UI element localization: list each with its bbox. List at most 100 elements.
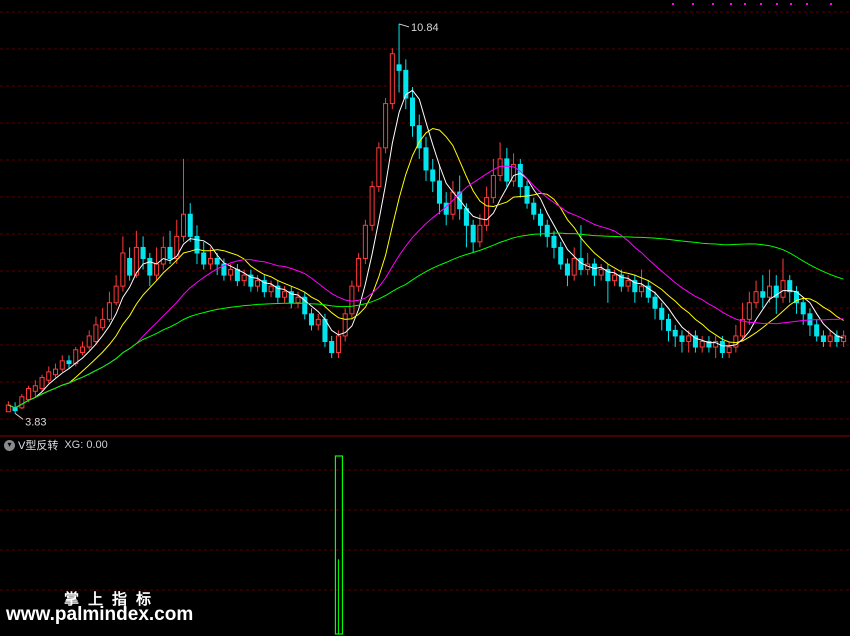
- xg-value-readout: XG: 0.00: [64, 439, 107, 451]
- candle-body: [315, 318, 321, 326]
- candle-body: [450, 191, 456, 215]
- candle-body: [147, 257, 153, 276]
- candle-body: [827, 335, 833, 342]
- top-marker: [806, 3, 808, 5]
- candle-body: [194, 235, 200, 254]
- indicator-title-bar: ▾ V型反转 XG: 0.00: [4, 438, 108, 452]
- candle-body: [490, 175, 496, 199]
- candle-body: [241, 274, 247, 282]
- candle-body: [113, 285, 119, 304]
- candle-body: [531, 202, 537, 215]
- candle-body: [625, 280, 631, 287]
- candle-body: [564, 263, 570, 276]
- candle-body: [571, 257, 577, 276]
- candlestick-series: [5, 23, 847, 414]
- candle-body: [376, 147, 382, 188]
- candle-body: [79, 346, 85, 354]
- candle-body: [517, 163, 523, 188]
- candle-body: [551, 235, 557, 248]
- low-price-label: 3.83: [25, 416, 46, 428]
- candle-body: [767, 285, 773, 298]
- candle-body: [86, 335, 92, 348]
- candle-body: [477, 224, 483, 243]
- top-marker: [830, 3, 832, 5]
- candle-body: [268, 285, 274, 293]
- candle-body: [329, 340, 335, 354]
- top-marker: [692, 3, 694, 5]
- candle-body: [639, 285, 645, 293]
- candle-body: [120, 252, 126, 287]
- top-marker: [744, 3, 746, 5]
- candle-body: [349, 285, 355, 315]
- top-marker: [730, 3, 732, 5]
- candle-body: [154, 263, 160, 276]
- candle-body: [800, 302, 806, 315]
- candle-body: [591, 263, 597, 276]
- candle-body: [174, 235, 180, 259]
- candle-body: [32, 385, 38, 392]
- candle-body: [787, 280, 793, 293]
- candle-body: [719, 340, 725, 354]
- candle-body: [686, 335, 692, 342]
- candle-body: [760, 291, 766, 298]
- candle-body: [558, 246, 564, 265]
- candle-body: [369, 186, 375, 226]
- top-marker: [776, 3, 778, 5]
- candle-body: [672, 329, 678, 337]
- candle-body: [612, 274, 618, 282]
- candle-body: [780, 280, 786, 298]
- candle-body: [430, 169, 436, 182]
- candle-body: [255, 280, 261, 287]
- candle-body: [436, 180, 442, 204]
- candle-body: [699, 340, 705, 348]
- top-marker: [712, 3, 714, 5]
- candle-body: [106, 302, 112, 320]
- candle-body: [308, 313, 315, 326]
- indicator-name[interactable]: V型反转: [18, 437, 58, 453]
- candle-body: [214, 257, 220, 265]
- candle-body: [383, 103, 389, 149]
- candle-body: [659, 307, 665, 320]
- top-marker: [672, 3, 674, 5]
- chevron-down-icon[interactable]: ▾: [4, 439, 15, 451]
- candle-body: [820, 335, 826, 342]
- candlestick-chart[interactable]: 10.84 3.83: [0, 0, 850, 636]
- candle-body: [187, 213, 193, 237]
- candle-body: [59, 360, 65, 370]
- candle-body: [228, 269, 234, 276]
- candle-body: [665, 318, 672, 331]
- candle-body: [814, 324, 820, 337]
- candle-body: [26, 388, 32, 401]
- indicator-grid: [0, 469, 850, 591]
- ma-line-ma20: [8, 165, 844, 409]
- candle-body: [140, 246, 146, 259]
- candle-body: [46, 371, 52, 381]
- candle-body: [160, 246, 166, 265]
- candle-body: [234, 269, 240, 282]
- candle-body: [598, 269, 604, 276]
- candle-body: [93, 324, 99, 342]
- candle-body: [322, 318, 328, 342]
- top-markers: [672, 3, 832, 5]
- watermark-url: www.palmindex.com: [6, 604, 194, 625]
- candle-body: [410, 97, 416, 127]
- candle-body: [335, 335, 341, 354]
- candle-body: [396, 64, 402, 71]
- candle-body: [470, 224, 476, 243]
- candle-body: [484, 197, 490, 226]
- candle-body: [52, 368, 59, 376]
- candle-body: [544, 224, 550, 237]
- candle-body: [66, 360, 72, 365]
- xg-value: 0.00: [86, 439, 108, 451]
- candle-body: [127, 257, 133, 276]
- stock-chart-window: 10.84 3.83 ▾ V型反转 XG: 0.00 掌上指标 www.palm…: [0, 0, 850, 636]
- candle-body: [100, 318, 106, 329]
- candle-body: [201, 252, 207, 265]
- top-marker: [760, 3, 762, 5]
- xg-signal-bars: [334, 455, 344, 635]
- candle-body: [167, 246, 173, 259]
- candle-body: [746, 302, 752, 320]
- candle-body: [180, 213, 187, 237]
- candle-body: [504, 158, 510, 182]
- price-annotations: 10.84 3.83: [14, 22, 439, 428]
